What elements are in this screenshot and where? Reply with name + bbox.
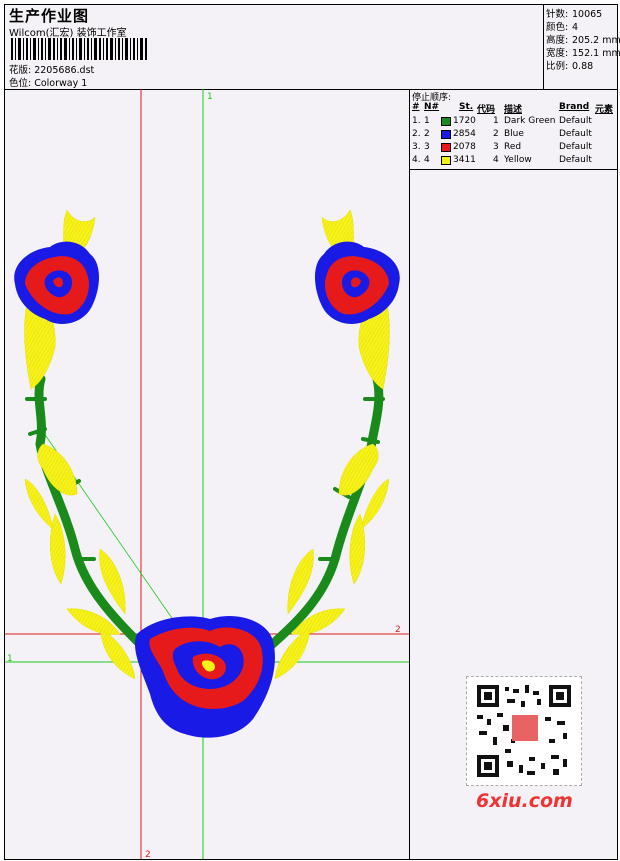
stop-row[interactable]: 3. 3 2078 3 Red Default [410,142,617,154]
row-desc: Yellow [504,155,532,165]
barcode-icon [11,38,147,60]
stat-scale: 比例: 0.88 [546,61,594,72]
stat-colors: 颜色: 4 [546,22,579,33]
color-swatch [441,156,451,165]
row-brand: Default [559,142,592,152]
row-n: 3 [424,142,430,152]
col-hash: # [412,102,420,112]
qr-code-icon [477,685,571,777]
row-n: 1 [424,116,430,126]
row-desc: Red [504,142,522,152]
row-desc: Blue [504,129,524,139]
color-swatch [441,130,451,139]
header-info: 生产作业图 Wilcom(汇宏) 装饰工作室 花版: 2205686.dst 色… [7,5,542,89]
guide-h2-label: 2 [395,625,401,635]
col-brand: Brand [559,102,590,112]
col-n: N# [424,102,440,112]
row-n: 2 [424,129,430,139]
guide-v2-label: 2 [145,850,151,859]
sheet-header: 生产作业图 Wilcom(汇宏) 装饰工作室 花版: 2205686.dst 色… [5,5,620,90]
watermark-brand: 6xiu.com [476,790,573,812]
col-element: 元素 [595,105,614,115]
stop-row[interactable]: 2. 2 2854 2 Blue Default [410,129,617,141]
stem-group [25,374,385,654]
stop-row[interactable]: 4. 4 3411 4 Yellow Default [410,155,617,167]
color-swatch [441,117,451,126]
color-swatch [441,143,451,152]
design-stats: 针数: 10065 颜色: 4 高度: 205.2 mm 宽度: 152.1 mm 比例… [543,5,620,89]
embroidery-preview: 1 1 2 2 [5,89,409,859]
design-canvas[interactable]: 1 1 2 2 [5,89,410,859]
row-st: 3411 [453,155,476,165]
seal-icon [512,715,538,741]
row-index: 4. [412,155,421,165]
col-code: 代码 [477,105,496,115]
pattern-filename: 花版: 2205686.dst [9,65,95,76]
row-desc: Dark Green [504,116,556,126]
row-index: 2. [412,129,421,139]
row-brand: Default [559,155,592,165]
row-st: 2854 [453,129,476,139]
guide-h1-label: 1 [7,654,13,664]
col-st: St. [459,102,474,112]
row-n: 4 [424,155,430,165]
guide-v1-label: 1 [207,92,213,102]
colorway-label: 色位: Colorway 1 [9,78,88,89]
sheet-title: 生产作业图 [9,7,90,25]
stop-row[interactable]: 1. 1 1720 1 Dark Green Default [410,116,617,128]
stat-width: 宽度: 152.1 mm [546,48,620,59]
row-st: 2078 [453,142,476,152]
row-st: 1720 [453,116,476,126]
stop-sequence-panel: 停止顺序: # N# St. 代码 描述 Brand 元素 1. 1 1720 … [410,89,617,170]
row-code: 1 [493,116,499,126]
row-index: 3. [412,142,421,152]
stat-stitches: 针数: 10065 [546,9,603,20]
row-code: 4 [493,155,499,165]
stop-table-header: # N# St. 代码 描述 Brand 元素 [410,102,617,115]
qr-code [466,676,582,786]
row-code: 3 [493,142,499,152]
row-code: 2 [493,129,499,139]
rose-center [134,615,275,738]
row-brand: Default [559,129,592,139]
row-brand: Default [559,116,592,126]
studio-name: Wilcom(汇宏) 装饰工作室 [9,28,127,39]
stat-height: 高度: 205.2 mm [546,35,620,46]
row-index: 1. [412,116,421,126]
col-desc: 描述 [504,105,523,115]
